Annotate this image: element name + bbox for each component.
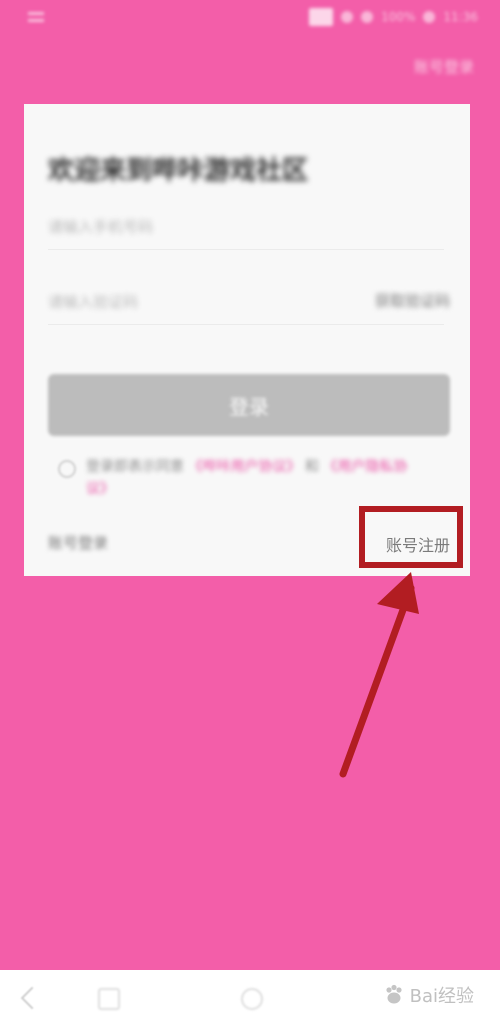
wifi-icon xyxy=(361,11,374,23)
annotation-highlight-box xyxy=(359,506,463,568)
notification-icon xyxy=(309,8,334,26)
agreement-prefix: 登录即表示同意 xyxy=(86,459,184,475)
phone-divider xyxy=(48,249,444,250)
card-title: 欢迎来到哔咔游戏社区 xyxy=(48,156,309,186)
user-agreement-link[interactable]: 《哔咔用户协议》 xyxy=(188,459,300,475)
bottom-navigation-bar: Bai经验 xyxy=(0,970,500,1028)
status-icons: 100% 11:36 xyxy=(309,6,478,28)
signal-icon xyxy=(341,11,354,23)
agreement-text: 登录即表示同意 《哔咔用户协议》 和 《用户隐私协议》 xyxy=(86,456,418,500)
recents-icon[interactable] xyxy=(98,988,120,1010)
status-time: 11:36 xyxy=(443,10,478,24)
menu-icon xyxy=(28,10,44,24)
battery-icon xyxy=(423,11,436,23)
agreement-middle: 和 xyxy=(304,459,319,475)
status-bar: 100% 11:36 xyxy=(0,0,500,36)
get-code-button[interactable]: 获取验证码 xyxy=(375,290,450,311)
agreement-checkbox[interactable] xyxy=(58,460,76,478)
status-battery: 100% xyxy=(381,10,416,24)
sms-login-link[interactable]: 账号登录 xyxy=(48,532,108,553)
watermark-text: Bai经验 xyxy=(409,986,474,1007)
back-icon[interactable] xyxy=(20,986,44,1010)
phone-input[interactable]: 请输入手机号码 xyxy=(48,216,153,237)
watermark: Bai经验 xyxy=(382,982,474,1008)
code-divider xyxy=(48,324,444,325)
login-button[interactable]: 登录 xyxy=(48,374,450,436)
verification-code-input[interactable]: 请输入验证码 xyxy=(48,291,138,312)
home-icon[interactable] xyxy=(241,988,263,1010)
agreement-row: 登录即表示同意 《哔咔用户协议》 和 《用户隐私协议》 xyxy=(58,456,418,500)
paw-icon xyxy=(386,984,402,1004)
account-login-top-link[interactable]: 账号登录 xyxy=(414,56,474,77)
